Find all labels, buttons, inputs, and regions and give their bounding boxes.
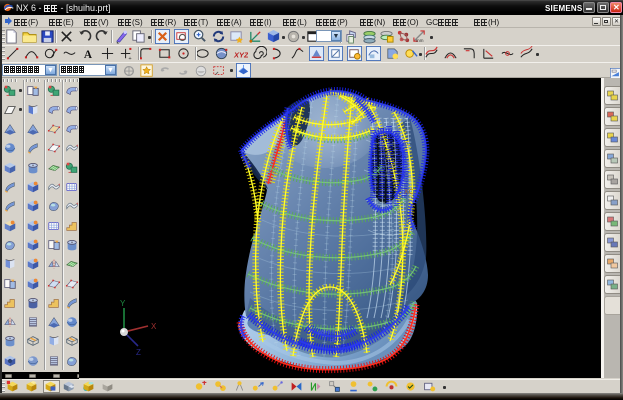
svg-text:XYZ: XYZ: [233, 50, 248, 59]
svg-text:A: A: [84, 49, 93, 61]
svg-text:p9: p9: [330, 338, 336, 344]
svg-text:XC: XC: [404, 189, 414, 196]
svg-text:Z: Z: [136, 348, 141, 357]
svg-text:X: X: [151, 322, 157, 331]
svg-text:+: +: [128, 56, 131, 61]
svg-text:p8=8.0: p8=8.0: [318, 330, 335, 336]
svg-text:mm: mm: [416, 38, 424, 43]
svg-text:Y: Y: [120, 299, 126, 308]
